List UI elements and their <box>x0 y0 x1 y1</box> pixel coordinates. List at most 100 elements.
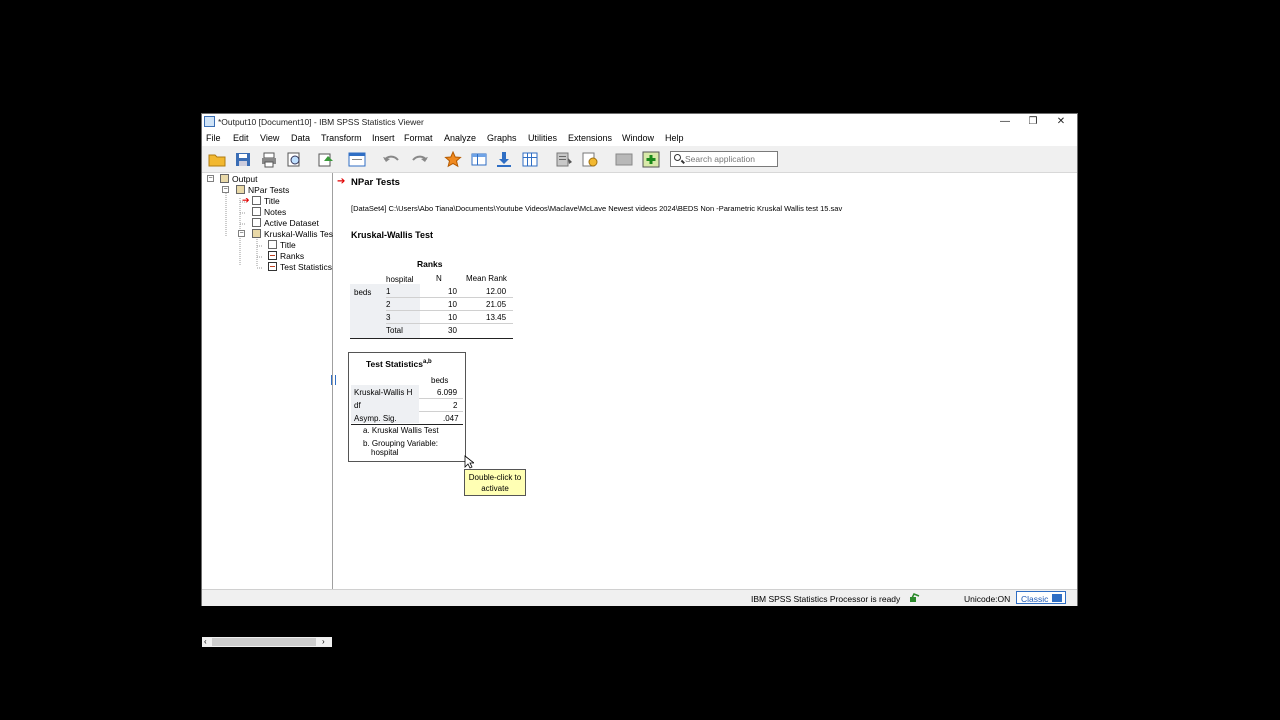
test-statistics-table[interactable]: Test Statisticsa,b beds Kruskal-Wallis H… <box>348 352 466 462</box>
status-bar: IBM SPSS Statistics Processor is ready U… <box>202 589 1077 606</box>
scroll-right-icon[interactable]: › <box>322 637 325 646</box>
ranks-mean-rank: 21.05 <box>486 300 507 309</box>
app-icon <box>204 116 215 127</box>
designate-window-icon[interactable] <box>555 151 573 168</box>
undo-icon[interactable] <box>382 151 400 168</box>
outline-pane: − Output − NPar Tests ➔ Title Notes Acti… <box>202 173 333 647</box>
test-stats-col-beds: beds <box>431 376 449 385</box>
go-to-variable-icon[interactable] <box>470 151 488 168</box>
active-dataset-doc-icon <box>252 218 261 227</box>
insert-output-icon[interactable] <box>495 151 513 168</box>
ranks-mean-rank: 13.45 <box>486 313 507 322</box>
stat-label: Kruskal-Wallis H <box>354 388 413 397</box>
nav-item-test-statistics[interactable]: Test Statistics <box>280 262 332 272</box>
ranks-header-hospital: hospital <box>386 275 414 284</box>
ranks-group-total: Total <box>386 326 403 335</box>
nav-item-notes[interactable]: Notes <box>264 207 286 217</box>
close-button[interactable]: ✕ <box>1047 115 1075 129</box>
open-icon[interactable] <box>208 151 226 168</box>
nav-item-kruskal-wallis[interactable]: Kruskal-Wallis Tes <box>264 229 333 239</box>
kw-title-doc-icon <box>268 240 277 249</box>
table-bottom-rule <box>350 338 513 339</box>
classic-mode-label: Classic <box>1021 594 1049 604</box>
hide-icon[interactable] <box>642 151 660 168</box>
classic-mode-button[interactable]: Classic <box>1016 591 1066 604</box>
menu-extensions[interactable]: Extensions <box>568 133 612 143</box>
processor-status: IBM SPSS Statistics Processor is ready <box>751 594 901 604</box>
menu-format[interactable]: Format <box>404 133 433 143</box>
print-icon[interactable] <box>260 151 278 168</box>
nav-item-active-dataset[interactable]: Active Dataset <box>264 218 319 228</box>
collapse-kruskal-toggle[interactable]: − <box>238 230 245 237</box>
test-stats-title-text: Test Statistics <box>366 359 424 369</box>
create-title-icon[interactable] <box>581 151 599 168</box>
footnote-b-line2: hospital <box>371 448 399 457</box>
nav-item-ranks[interactable]: Ranks <box>280 251 304 261</box>
title-doc-icon <box>252 196 261 205</box>
menu-analyze[interactable]: Analyze <box>444 133 476 143</box>
test-stats-table-icon <box>268 262 277 271</box>
output-book-icon <box>220 174 229 183</box>
ranks-header-n: N <box>436 274 442 283</box>
ranks-group: 3 <box>386 313 391 322</box>
kruskal-book-icon <box>252 229 261 238</box>
scroll-left-icon[interactable]: ‹ <box>204 637 207 646</box>
menu-file[interactable]: File <box>206 133 221 143</box>
stat-label: Asymp. Sig. <box>354 414 397 423</box>
nav-item-npar-tests[interactable]: NPar Tests <box>248 185 289 195</box>
collapse-npar-toggle[interactable]: − <box>222 186 229 193</box>
restore-button[interactable]: ❐ <box>1019 115 1047 129</box>
ranks-n: 10 <box>448 300 457 309</box>
table-row: df 2 <box>351 399 463 411</box>
search-placeholder: Search application <box>685 154 755 164</box>
ranks-table[interactable]: Ranks hospital N Mean Rank beds 1 10 12.… <box>350 257 513 339</box>
menu-data[interactable]: Data <box>291 133 310 143</box>
menu-window[interactable]: Window <box>622 133 654 143</box>
spss-viewer-window: *Output10 [Document10] - IBM SPSS Statis… <box>201 113 1078 647</box>
recall-dialog-icon[interactable] <box>348 151 366 168</box>
npar-book-icon <box>236 185 245 194</box>
menu-utilities[interactable]: Utilities <box>528 133 557 143</box>
processor-ready-icon <box>910 593 920 602</box>
ranks-mean-rank: 12.00 <box>486 287 507 296</box>
menu-insert[interactable]: Insert <box>372 133 395 143</box>
search-box[interactable]: Search application <box>670 151 778 167</box>
window-title: *Output10 [Document10] - IBM SPSS Statis… <box>218 117 424 127</box>
footnote-b-line1: b. Grouping Variable: <box>363 439 439 448</box>
split-icon[interactable] <box>521 151 539 168</box>
stat-value: 2 <box>453 401 458 410</box>
npar-tests-heading: NPar Tests <box>351 177 400 188</box>
ranks-table-icon <box>268 251 277 260</box>
outline-horizontal-scrollbar[interactable]: ‹ › <box>202 637 332 647</box>
table-row: 3 10 13.45 <box>350 311 513 323</box>
menu-view[interactable]: View <box>260 133 279 143</box>
nav-item-output[interactable]: Output <box>232 174 258 184</box>
mouse-cursor-icon <box>464 455 474 469</box>
scrollbar-thumb[interactable] <box>212 638 316 646</box>
toolbar: Search application <box>202 146 1077 173</box>
output-content-pane: ➔ NPar Tests [DataSet4] C:\Users\Abo Tia… <box>331 173 1077 589</box>
menu-transform[interactable]: Transform <box>321 133 362 143</box>
unicode-status: Unicode:ON <box>964 594 1011 604</box>
minimize-button[interactable]: — <box>991 115 1019 129</box>
menu-edit[interactable]: Edit <box>233 133 249 143</box>
test-stats-title: Test Statisticsa,b <box>366 359 432 369</box>
redo-icon[interactable] <box>411 151 429 168</box>
nav-item-title[interactable]: Title <box>264 196 280 206</box>
print-preview-icon[interactable] <box>285 151 303 168</box>
menu-help[interactable]: Help <box>665 133 684 143</box>
table-bottom-rule <box>351 424 463 425</box>
ranks-n-total: 30 <box>448 326 457 335</box>
pane-splitter-handle[interactable] <box>331 375 336 385</box>
menu-graphs[interactable]: Graphs <box>487 133 517 143</box>
tooltip-line-2: activate <box>481 484 509 493</box>
ranks-title: Ranks <box>417 259 443 269</box>
export-icon[interactable] <box>317 151 335 168</box>
nav-item-kw-title[interactable]: Title <box>280 240 296 250</box>
go-to-case-icon[interactable] <box>444 151 462 168</box>
ranks-header-mean-rank: Mean Rank <box>466 274 507 283</box>
save-icon[interactable] <box>234 151 252 168</box>
show-all-icon[interactable] <box>615 151 633 168</box>
collapse-output-toggle[interactable]: − <box>207 175 214 182</box>
ranks-n: 10 <box>448 287 457 296</box>
